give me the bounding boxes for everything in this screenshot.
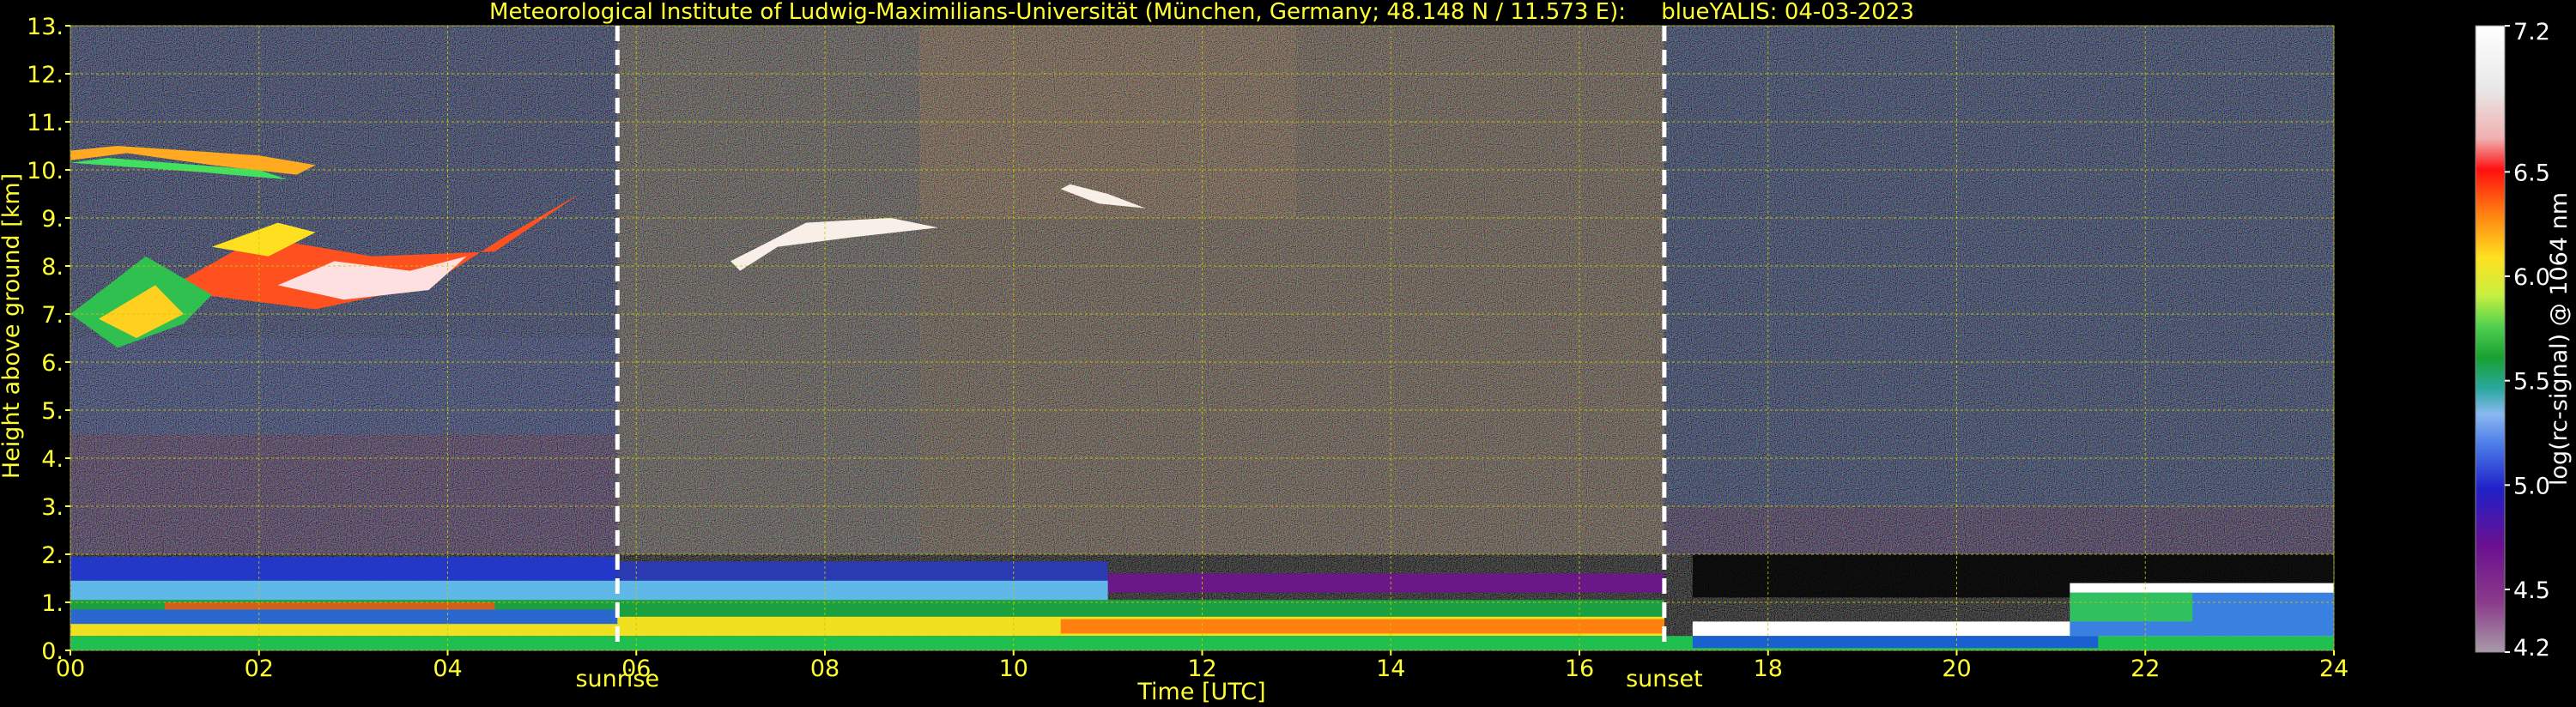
colorbar-tick-label: 5.5: [2513, 369, 2550, 396]
x-tick-label: 08: [810, 656, 839, 682]
boundary-layer-top-purple: [1107, 573, 1664, 593]
y-tick-label: 11.: [27, 110, 64, 136]
lidar-quicklook-chart: sunrise sunset 0.1.2.3.4.5.6.7.8.9.10.11.…: [0, 0, 2573, 705]
colorbar-gradient: [2475, 25, 2506, 653]
y-tick-label: 3.: [41, 494, 64, 521]
y-tick-label: 4.: [41, 446, 64, 473]
x-tick-label: 04: [433, 656, 462, 682]
colorbar: 4.2 4.5 5.0 5.5 6.0 6.5 7.2: [2475, 19, 2550, 662]
x-tick-label: 10: [999, 656, 1028, 682]
residual-layer-white: [2070, 583, 2334, 593]
y-tick-label: 2.: [41, 542, 64, 569]
x-tick-label: 22: [2131, 656, 2160, 682]
nocturnal-layer-blue: [1692, 636, 2099, 649]
y-tick-label: 12.: [27, 62, 64, 88]
residual-layer-green: [2070, 592, 2193, 622]
boundary-layer-blue-lens: [70, 609, 618, 625]
y-tick-label: 9.: [41, 206, 64, 233]
x-tick-label: 14: [1376, 656, 1405, 682]
colorbar-tick-label: 5.0: [2513, 473, 2550, 499]
colorbar-tick-label: 6.0: [2513, 264, 2550, 291]
chart-title: Meteorological Institute of Ludwig-Maxim…: [489, 0, 1914, 25]
x-tick-label: 06: [621, 656, 651, 682]
colorbar-tick-label: 4.2: [2513, 635, 2550, 662]
x-tick-label: 02: [245, 656, 274, 682]
y-tick-label: 7.: [41, 302, 64, 329]
x-axis-label: Time [UTC]: [1136, 679, 1265, 705]
y-tick-label: 1.: [41, 590, 64, 617]
y-tick-label: 6.: [41, 350, 64, 377]
y-tick-label: 10.: [27, 158, 64, 184]
y-tick-label: 8.: [41, 254, 64, 281]
boundary-layer-orange-day: [1060, 619, 1664, 634]
y-axis-label: Height above ground [km]: [0, 173, 25, 479]
y-tick-label: 13.: [27, 14, 64, 40]
x-tick-label: 00: [56, 656, 85, 682]
x-tick-label: 24: [2319, 656, 2349, 682]
colorbar-tick-label: 4.5: [2513, 577, 2550, 604]
colorbar-tick-label: 6.5: [2513, 160, 2550, 186]
aerosol-layer-red: [164, 602, 495, 610]
y-tick-label: 5.: [41, 398, 64, 425]
colorbar-tick-label: 7.2: [2513, 19, 2550, 45]
boundary-layer-top-blue: [70, 556, 618, 581]
x-tick-label: 18: [1754, 656, 1783, 682]
x-tick-label: 16: [1565, 656, 1594, 682]
annotation-sunset: sunset: [1626, 666, 1703, 692]
x-tick-label: 20: [1942, 656, 1971, 682]
colorbar-label: log(rc-signal) @ 1064 nm: [2546, 192, 2573, 486]
